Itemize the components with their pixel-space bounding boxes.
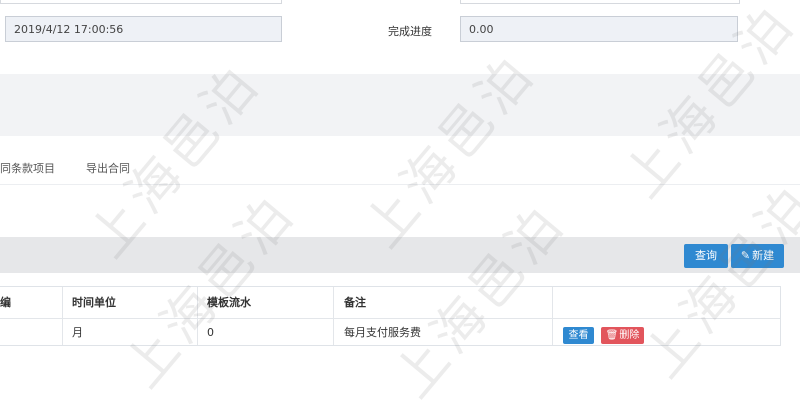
list-toolbar: 查询 ✎ 新建 bbox=[0, 237, 800, 273]
query-button-label: 查询 bbox=[695, 249, 717, 262]
date-field[interactable]: 2019/4/12 17:00:56 bbox=[5, 16, 282, 42]
new-button[interactable]: ✎ 新建 bbox=[731, 244, 784, 268]
progress-field-value: 0.00 bbox=[469, 23, 494, 36]
column-divider bbox=[197, 287, 198, 345]
column-divider bbox=[333, 287, 334, 345]
column-header-time-unit: 时间单位 bbox=[72, 296, 116, 309]
view-row-label: 查看 bbox=[568, 330, 589, 341]
column-header-template-serial: 模板流水 bbox=[207, 296, 251, 309]
progress-field[interactable]: 0.00 bbox=[460, 16, 738, 42]
cell-remark: 每月支付服务费 bbox=[344, 326, 421, 339]
partial-field-right[interactable] bbox=[460, 0, 740, 4]
section-band bbox=[0, 74, 800, 136]
trash-icon: 🗑 bbox=[605, 330, 619, 341]
tab-export-contract[interactable]: 导出合同 bbox=[86, 160, 130, 176]
watermark-text: 上海邑泊 bbox=[352, 42, 548, 260]
cell-template-serial: 0 bbox=[207, 326, 214, 339]
watermark-text: 上海邑泊 bbox=[632, 172, 800, 390]
pencil-icon: ✎ bbox=[740, 249, 751, 262]
partial-field-left[interactable] bbox=[0, 0, 282, 4]
tab-divider bbox=[0, 184, 800, 185]
top-partial-fields bbox=[0, 0, 800, 4]
query-button[interactable]: 查询 bbox=[684, 244, 728, 268]
data-table: 编 时间单位 模板流水 备注 月 0 每月支付服务费 bbox=[0, 286, 781, 346]
column-divider bbox=[62, 287, 63, 345]
delete-row-button[interactable]: 🗑删除 bbox=[601, 327, 644, 344]
tab-contract-terms[interactable]: 同条款项目 bbox=[0, 160, 55, 176]
cell-time-unit: 月 bbox=[72, 326, 83, 339]
delete-row-label: 删除 bbox=[619, 330, 640, 341]
view-row-button[interactable]: 查看 bbox=[563, 327, 594, 344]
progress-label: 完成进度 bbox=[388, 25, 432, 38]
new-button-label: 新建 bbox=[752, 249, 775, 262]
date-field-value: 2019/4/12 17:00:56 bbox=[14, 23, 124, 36]
column-header-partial: 编 bbox=[0, 296, 11, 309]
column-header-remark: 备注 bbox=[344, 296, 366, 309]
column-divider bbox=[552, 287, 553, 345]
